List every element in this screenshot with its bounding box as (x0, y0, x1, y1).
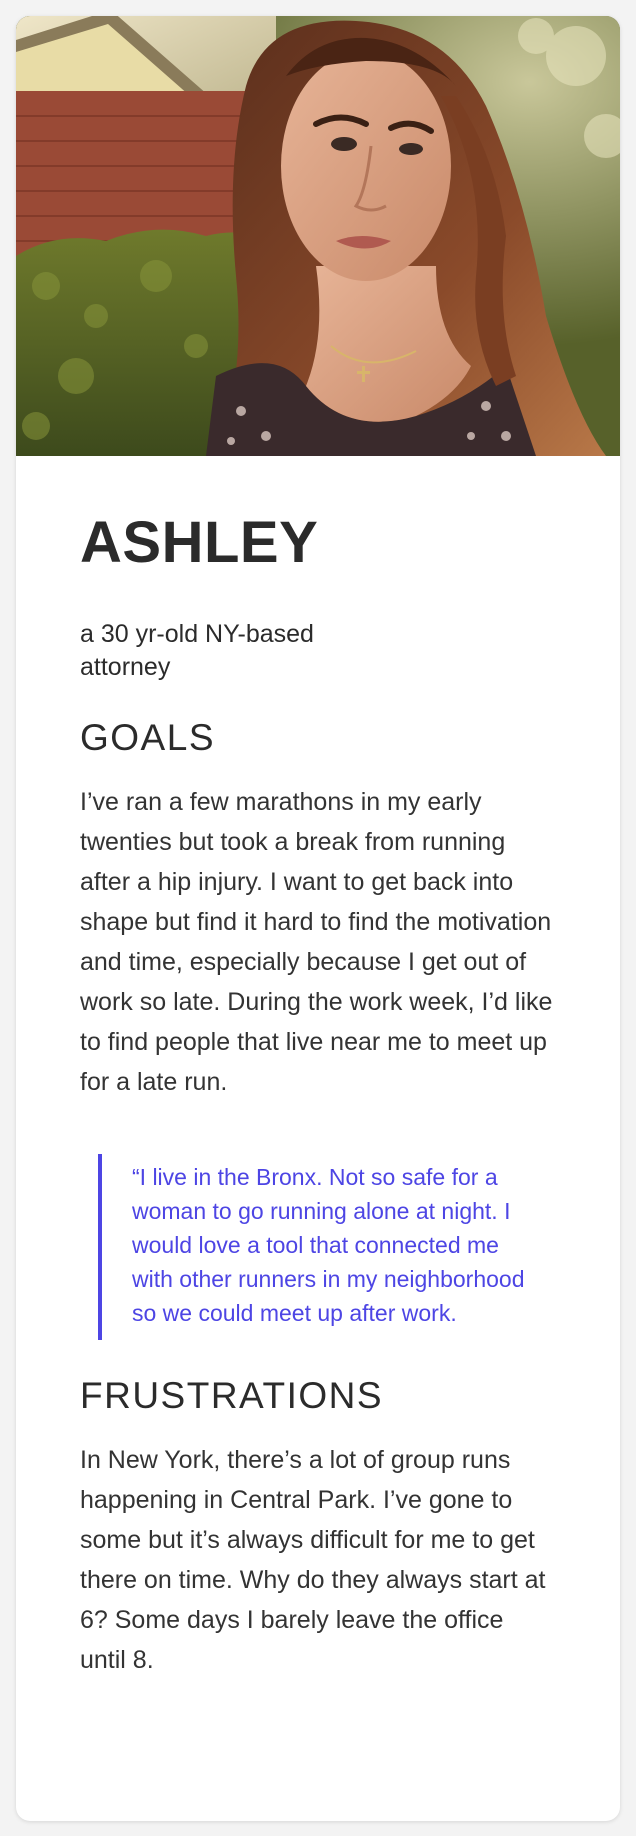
persona-content: ASHLEY a 30 yr-old NY-based attorney GOA… (16, 510, 620, 1680)
persona-subtitle: a 30 yr-old NY-based attorney (80, 620, 314, 681)
persona-card: ASHLEY a 30 yr-old NY-based attorney GOA… (16, 16, 620, 1821)
frustrations-heading: FRUSTRATIONS (80, 1375, 384, 1416)
persona-photo (16, 16, 620, 456)
persona-name: ASHLEY (80, 510, 319, 575)
goals-heading: GOALS (80, 717, 215, 758)
quote-text: “I live in the Bronx. Not so safe for a … (132, 1164, 525, 1326)
persona-quote: “I live in the Bronx. Not so safe for a … (98, 1154, 538, 1340)
goals-text: I’ve ran a few marathons in my early twe… (80, 788, 553, 1096)
frustrations-text: In New York, there’s a lot of group runs… (80, 1446, 546, 1674)
